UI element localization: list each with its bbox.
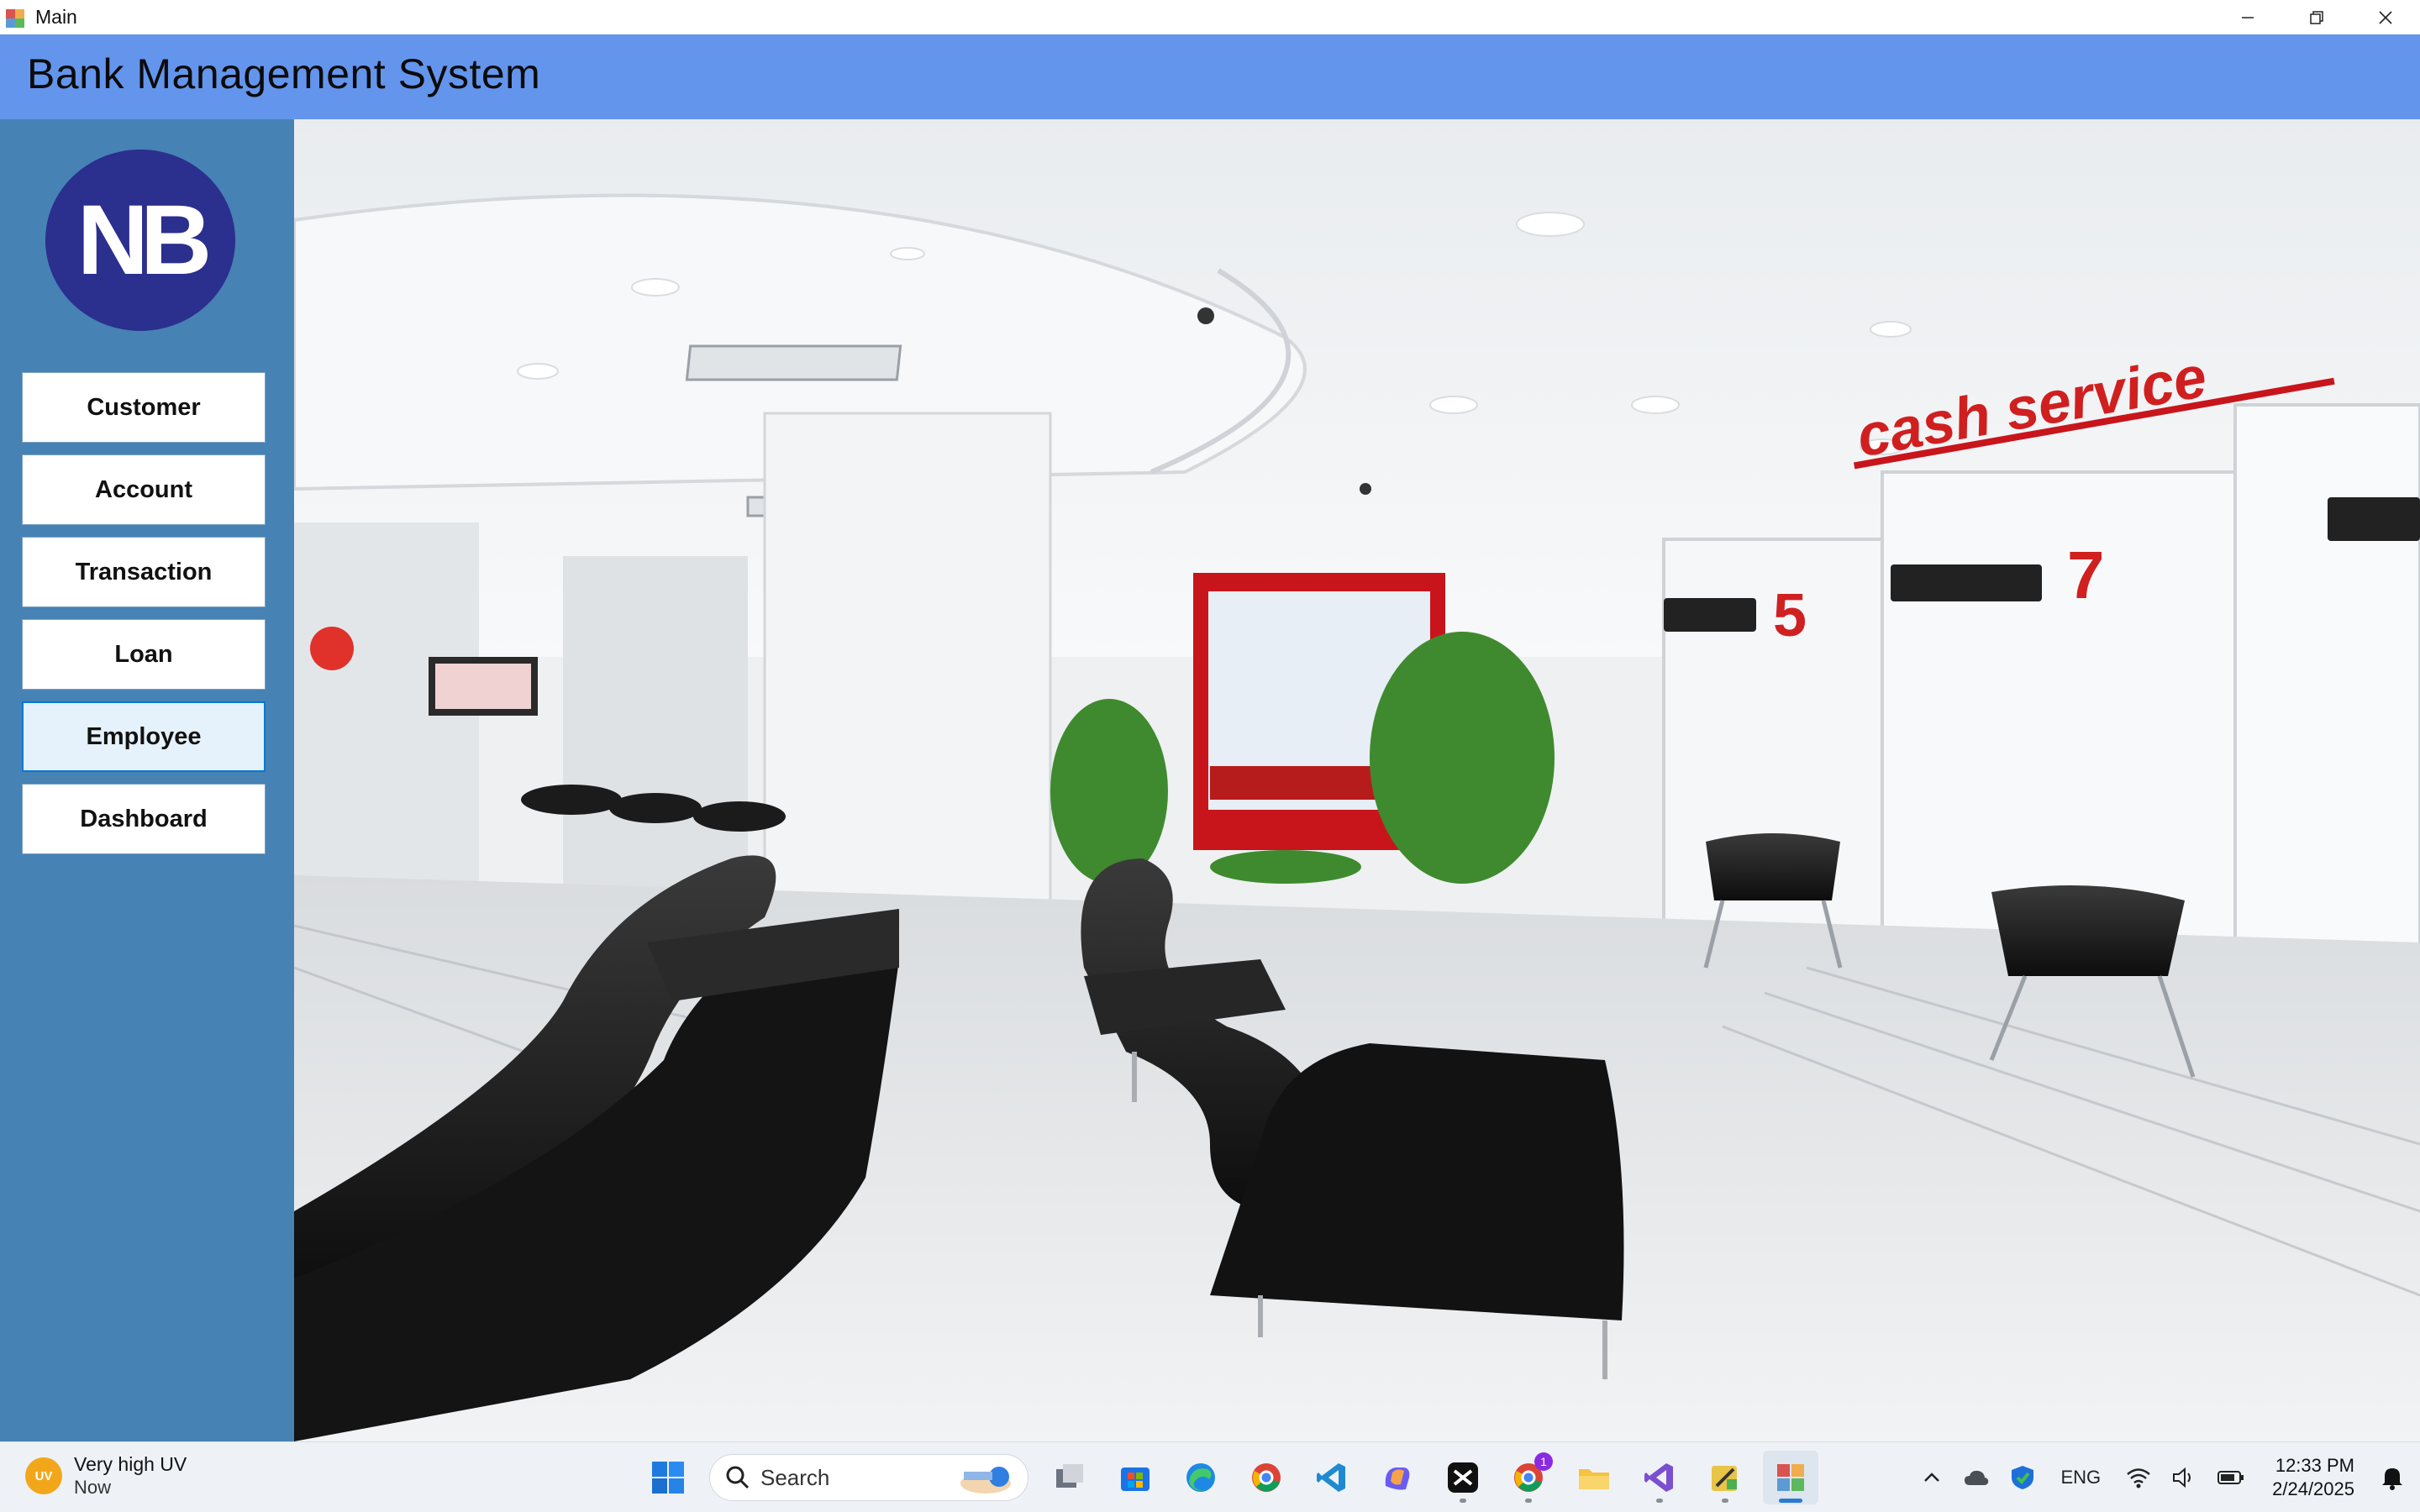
edge-button[interactable] [1173,1451,1228,1504]
start-button[interactable] [640,1451,696,1504]
minimize-button[interactable] [2213,0,2282,34]
security-button[interactable] [2010,1464,2035,1491]
capcut-button[interactable] [1435,1451,1491,1504]
store-button[interactable] [1107,1451,1163,1504]
edge-icon [1186,1463,1215,1492]
show-hidden-icons-button[interactable] [1921,1467,1943,1488]
search-highlight-icon [960,1467,1011,1494]
network-button[interactable] [2126,1467,2151,1488]
sidebar: NB Customer Account Transaction Loan Emp… [0,119,294,1441]
window-controls [2213,0,2420,34]
title-bar: Main [0,0,2420,34]
visual-studio-icon [1644,1463,1673,1492]
svg-text:5: 5 [1773,582,1807,649]
app-window: Main Bank Management System NB Customer … [0,0,2420,1512]
notifications-button[interactable] [2380,1464,2405,1491]
window-title: Main [35,6,77,28]
search-label: Search [760,1464,830,1490]
account-button[interactable]: Account [22,454,266,525]
clock-date: 2/24/2025 [2272,1478,2354,1499]
bank-app-icon [1777,1464,1804,1491]
bank-lobby-image: 5 7 cash service [294,119,2420,1441]
bank-logo: NB [45,150,235,331]
language-indicator[interactable]: ENG [2060,1467,2101,1488]
dashboard-button[interactable]: Dashboard [22,784,266,854]
minimize-icon [2242,16,2254,18]
logo-text: NB [76,185,212,296]
app-header: Bank Management System [0,34,2420,119]
close-icon [2379,10,2392,24]
close-button[interactable] [2351,0,2420,34]
onedrive-button[interactable] [1963,1467,1990,1488]
copilot-icon [1385,1467,1410,1490]
customer-button[interactable]: Customer [22,372,266,443]
taskbar: UV Very high UV Now Search 1 ENG 12:33 P… [0,1441,2420,1512]
bell-icon [2382,1468,2402,1490]
windows-icon [652,1462,684,1494]
dev-tool-button[interactable] [1697,1451,1753,1504]
task-view-icon [1056,1464,1083,1488]
chrome-profile-button[interactable]: 1 [1501,1451,1556,1504]
taskbar-apps: Search 1 [635,1451,1823,1504]
weather-subtitle: Now [74,1477,112,1498]
copilot-button[interactable] [1370,1451,1425,1504]
bank-app-taskbar-button[interactable] [1763,1451,1818,1504]
weather-title: Very high UV [74,1453,187,1475]
transaction-button[interactable]: Transaction [22,537,266,607]
chrome-button[interactable] [1239,1451,1294,1504]
search-icon [726,1466,750,1489]
visual-studio-button[interactable] [1632,1451,1687,1504]
file-explorer-button[interactable] [1566,1451,1622,1504]
cloud-icon [1965,1470,1989,1485]
capcut-icon [1448,1462,1478,1493]
clock[interactable]: 12:33 PM 2/24/2025 [2272,1454,2354,1501]
svg-text:7: 7 [2067,538,2105,612]
notification-badge: 1 [1534,1452,1553,1471]
taskbar-search[interactable]: Search [709,1454,1028,1501]
wifi-icon [2127,1468,2150,1488]
employee-button[interactable]: Employee [22,701,266,772]
uv-badge: UV [25,1457,62,1494]
lobby-illustration: 5 7 cash service [294,119,2420,1441]
page-title: Bank Management System [27,50,541,97]
battery-button[interactable] [2217,1468,2245,1487]
folder-icon [1579,1469,1609,1489]
vscode-icon [1317,1463,1345,1492]
dev-tool-icon [1712,1466,1737,1491]
weather-widget[interactable]: UV Very high UV Now [25,1452,187,1499]
clock-time: 12:33 PM [2275,1455,2354,1476]
chevron-up-icon [1924,1473,1940,1482]
app-icon [5,8,25,28]
vscode-button[interactable] [1304,1451,1360,1504]
restore-button[interactable] [2282,0,2351,34]
battery-icon [2217,1471,2244,1484]
chrome-icon [1252,1463,1281,1492]
speaker-icon [2173,1467,2191,1488]
store-icon [1121,1467,1150,1491]
system-tray: ENG 12:33 PM 2/24/2025 [1911,1442,2420,1512]
task-view-button[interactable] [1042,1451,1097,1504]
volume-button[interactable] [2171,1467,2196,1488]
loan-button[interactable]: Loan [22,619,266,690]
shield-icon [2012,1466,2034,1489]
restore-icon [2310,10,2323,24]
